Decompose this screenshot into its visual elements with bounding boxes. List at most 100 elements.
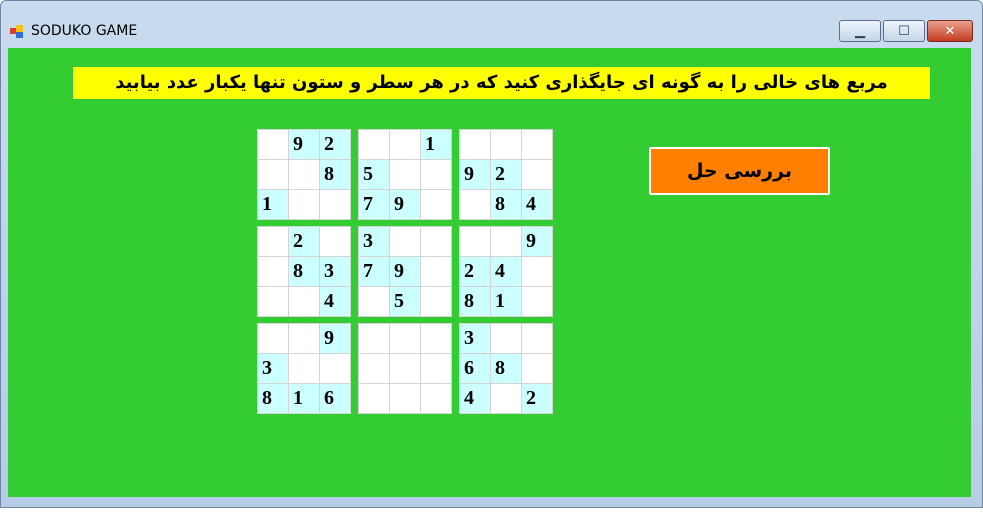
close-icon: ✕ [944, 23, 956, 39]
sudoku-cell: 3 [258, 354, 288, 383]
sudoku-cell[interactable] [460, 227, 490, 256]
sudoku-cell[interactable] [258, 287, 288, 316]
sudoku-block: 1579 [358, 129, 452, 220]
sudoku-cell[interactable] [320, 190, 350, 219]
sudoku-cell[interactable] [491, 384, 521, 413]
sudoku-cell: 7 [359, 257, 389, 286]
sudoku-cell[interactable] [258, 324, 288, 353]
sudoku-cell[interactable] [522, 257, 552, 286]
sudoku-block: 3684 2 [459, 323, 553, 414]
sudoku-cell: 9 [390, 190, 420, 219]
sudoku-cell[interactable] [491, 130, 521, 159]
sudoku-cell: 1 [289, 384, 319, 413]
sudoku-cell: 6 [460, 354, 490, 383]
title-bar[interactable]: SODUKO GAME ▁ ☐ ✕ [1, 1, 982, 42]
sudoku-cell[interactable] [522, 287, 552, 316]
sudoku-cell[interactable] [258, 160, 288, 189]
sudoku-cell: 8 [491, 190, 521, 219]
sudoku-cell: 9 [320, 324, 350, 353]
minimize-button[interactable]: ▁ [839, 20, 881, 42]
app-icon [10, 25, 24, 39]
sudoku-cell: 8 [491, 354, 521, 383]
sudoku-cell[interactable] [359, 287, 389, 316]
sudoku-cell[interactable] [359, 130, 389, 159]
sudoku-cell[interactable] [460, 130, 490, 159]
sudoku-cell[interactable] [258, 257, 288, 286]
sudoku-cell[interactable] [460, 190, 490, 219]
sudoku-cell[interactable] [522, 354, 552, 383]
sudoku-cell: 5 [359, 160, 389, 189]
sudoku-cell[interactable] [491, 227, 521, 256]
sudoku-cell[interactable] [390, 384, 420, 413]
sudoku-cell: 9 [289, 130, 319, 159]
sudoku-cell[interactable] [421, 354, 451, 383]
sudoku-cell: 7 [359, 190, 389, 219]
maximize-button[interactable]: ☐ [883, 20, 925, 42]
sudoku-cell: 1 [421, 130, 451, 159]
sudoku-block: 9 3816 [257, 323, 351, 414]
sudoku-cell: 2 [522, 384, 552, 413]
sudoku-cell[interactable] [320, 227, 350, 256]
sudoku-cell: 5 [390, 287, 420, 316]
sudoku-cell: 8 [460, 287, 490, 316]
sudoku-cell[interactable] [522, 160, 552, 189]
sudoku-cell[interactable] [289, 190, 319, 219]
sudoku-block: 928 1 [257, 129, 351, 220]
sudoku-cell: 3 [359, 227, 389, 256]
sudoku-cell[interactable] [359, 324, 389, 353]
sudoku-cell[interactable] [522, 324, 552, 353]
sudoku-block: 9284 [459, 129, 553, 220]
minimize-icon: ▁ [855, 23, 865, 39]
sudoku-cell[interactable] [390, 130, 420, 159]
sudoku-cell: 3 [320, 257, 350, 286]
sudoku-cell: 6 [320, 384, 350, 413]
sudoku-block: 9 2481 [459, 226, 553, 317]
sudoku-cell[interactable] [421, 160, 451, 189]
sudoku-cell[interactable] [390, 160, 420, 189]
sudoku-cell: 9 [522, 227, 552, 256]
close-button[interactable]: ✕ [927, 20, 973, 42]
sudoku-cell: 2 [320, 130, 350, 159]
check-solution-button[interactable]: بررسی حل [649, 147, 830, 195]
sudoku-cell[interactable] [289, 354, 319, 383]
sudoku-block: 2834 [257, 226, 351, 317]
sudoku-block: 3795 [358, 226, 452, 317]
sudoku-cell: 8 [258, 384, 288, 413]
sudoku-cell[interactable] [491, 324, 521, 353]
sudoku-cell[interactable] [421, 190, 451, 219]
sudoku-cell: 4 [460, 384, 490, 413]
sudoku-cell: 1 [258, 190, 288, 219]
sudoku-cell: 3 [460, 324, 490, 353]
app-window: SODUKO GAME ▁ ☐ ✕ مربع های خالی را به گو… [0, 0, 983, 508]
sudoku-cell: 4 [491, 257, 521, 286]
sudoku-cell[interactable] [359, 384, 389, 413]
sudoku-cell[interactable] [522, 130, 552, 159]
sudoku-cell: 8 [320, 160, 350, 189]
sudoku-cell[interactable] [421, 227, 451, 256]
sudoku-cell[interactable] [390, 324, 420, 353]
sudoku-cell: 4 [320, 287, 350, 316]
sudoku-cell: 8 [289, 257, 319, 286]
sudoku-cell[interactable] [289, 160, 319, 189]
sudoku-cell[interactable] [421, 287, 451, 316]
sudoku-cell[interactable] [421, 384, 451, 413]
sudoku-cell[interactable] [258, 130, 288, 159]
game-area: مربع های خالی را به گونه ای جایگذاری کنی… [8, 48, 971, 497]
sudoku-cell: 1 [491, 287, 521, 316]
sudoku-cell[interactable] [289, 287, 319, 316]
sudoku-cell[interactable] [258, 227, 288, 256]
sudoku-cell[interactable] [421, 324, 451, 353]
instructions-label: مربع های خالی را به گونه ای جایگذاری کنی… [73, 67, 930, 99]
sudoku-cell: 9 [460, 160, 490, 189]
sudoku-cell: 9 [390, 257, 420, 286]
sudoku-cell[interactable] [320, 354, 350, 383]
sudoku-cell[interactable] [390, 354, 420, 383]
maximize-icon: ☐ [898, 23, 910, 39]
sudoku-cell[interactable] [421, 257, 451, 286]
window-title: SODUKO GAME [31, 23, 138, 39]
sudoku-cell: 4 [522, 190, 552, 219]
sudoku-cell[interactable] [390, 227, 420, 256]
sudoku-cell[interactable] [359, 354, 389, 383]
sudoku-cell: 2 [460, 257, 490, 286]
sudoku-cell[interactable] [289, 324, 319, 353]
